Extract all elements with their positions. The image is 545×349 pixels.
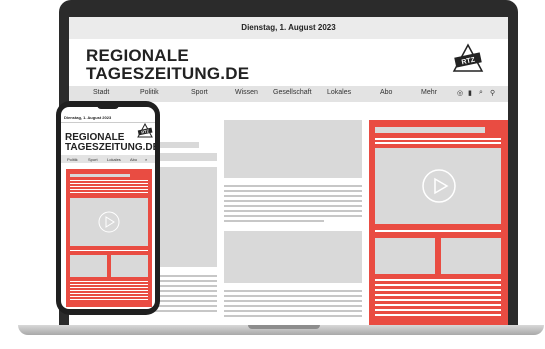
mobile-nav: Politik Sport Lokales Abo ⌕ — [61, 155, 155, 163]
date-bar: Dienstag, 1. August 2023 — [69, 17, 508, 39]
logo-line-1: REGIONALE — [86, 46, 189, 65]
mobile-nav-lokales[interactable]: Lokales — [107, 157, 121, 162]
account-icon[interactable]: ⚲ — [490, 89, 495, 97]
mobile-search-icon[interactable]: ⌕ — [145, 157, 147, 162]
bookmark-icon[interactable]: ▮ — [468, 89, 472, 97]
play-icon[interactable] — [421, 168, 457, 204]
mobile-badge-icon: RTZ — [137, 123, 153, 138]
nav-item-mehr[interactable]: Mehr — [421, 89, 437, 96]
image-placeholder — [441, 238, 501, 274]
mobile-date: Dienstag, 1. August 2023 — [64, 115, 112, 120]
phone-screen: Dienstag, 1. August 2023 REGIONALE TAGES… — [61, 107, 155, 309]
image-placeholder — [224, 120, 362, 178]
search-icon[interactable]: ⌕ — [479, 89, 483, 97]
nav-item-sport[interactable]: Sport — [191, 89, 208, 96]
laptop-notch — [248, 325, 320, 329]
mobile-logo-line-2: TAGESZEITUNG.DE — [65, 142, 155, 153]
site-logo[interactable]: REGIONALE TAGESZEITUNG.DE — [86, 47, 249, 83]
nav-item-stadt[interactable]: Stadt — [93, 89, 109, 96]
user-icon[interactable]: ◎ — [457, 89, 463, 97]
rtz-badge-icon: RTZ — [452, 43, 484, 72]
nav-item-lokales[interactable]: Lokales — [327, 89, 351, 96]
phone-notch — [97, 104, 119, 109]
headline-placeholder — [375, 127, 485, 133]
mobile-nav-abo[interactable]: Abo — [130, 157, 137, 162]
mobile-play-icon[interactable] — [98, 211, 120, 233]
nav-item-gesellschaft[interactable]: Gesellschaft — [273, 89, 312, 96]
logo-line-2: TAGESZEITUNG.DE — [86, 64, 250, 83]
nav-item-abo[interactable]: Abo — [380, 89, 392, 96]
image-placeholder — [375, 238, 435, 274]
image-placeholder — [151, 167, 217, 267]
main-nav: Stadt Politik Sport Wissen Gesellschaft … — [69, 86, 508, 102]
mobile-nav-sport[interactable]: Sport — [88, 157, 98, 162]
image-placeholder — [224, 231, 362, 283]
headline-placeholder — [151, 153, 217, 161]
nav-item-politik[interactable]: Politik — [140, 89, 159, 96]
mobile-nav-politik[interactable]: Politik — [67, 157, 78, 162]
nav-item-wissen[interactable]: Wissen — [235, 89, 258, 96]
